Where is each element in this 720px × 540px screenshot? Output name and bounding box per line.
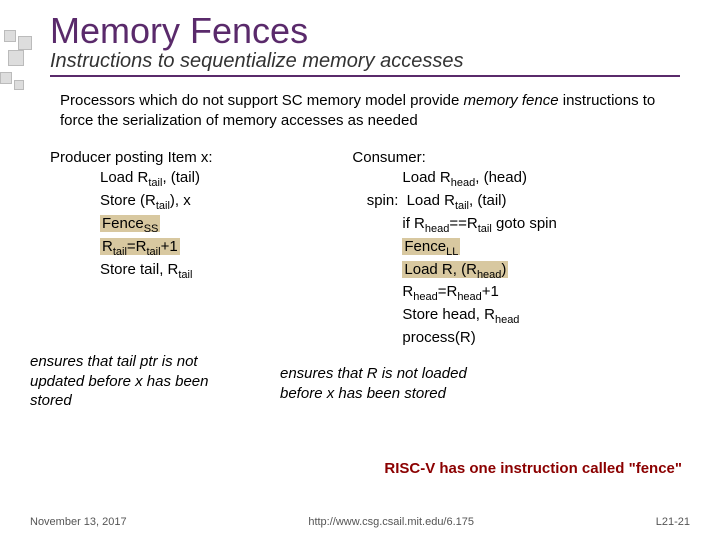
consumer-line-2: spin: Load Rtail, (tail): [352, 191, 680, 214]
consumer-line-4: FenceLL: [352, 237, 680, 260]
consumer-line-8: process(R): [352, 328, 680, 348]
consumer-line-3: if Rhead==Rtail goto spin: [352, 214, 680, 237]
producer-column: Producer posting Item x: Load Rtail, (ta…: [50, 148, 352, 348]
slide-title: Memory Fences: [50, 10, 680, 52]
consumer-line-1: Load Rhead, (head): [352, 168, 680, 191]
footer-url: http://www.csg.csail.mit.edu/6.175: [308, 516, 474, 528]
producer-line-5: Store tail, Rtail: [50, 260, 352, 283]
consumer-column: Consumer: Load Rhead, (head) spin: Load …: [352, 148, 680, 348]
producer-line-3: FenceSS: [50, 214, 352, 237]
slide: Memory Fences Instructions to sequential…: [0, 0, 720, 540]
intro-em: memory fence: [464, 92, 559, 109]
consumer-line-7: Store head, Rhead: [352, 305, 680, 328]
note-producer: ensures that tail ptr is not updated bef…: [30, 352, 230, 411]
consumer-line-5: Load R, (Rhead): [352, 260, 680, 283]
producer-header: Producer posting Item x:: [50, 148, 352, 168]
note-consumer: ensures that R is not loaded before x ha…: [280, 364, 470, 403]
intro-paragraph: Processors which do not support SC memor…: [50, 91, 680, 130]
producer-line-1: Load Rtail, (tail): [50, 168, 352, 191]
code-columns: Producer posting Item x: Load Rtail, (ta…: [50, 148, 680, 348]
producer-line-4: Rtail=Rtail+1: [50, 237, 352, 260]
slide-footer: November 13, 2017 http://www.csg.csail.m…: [0, 516, 720, 528]
intro-pre: Processors which do not support SC memor…: [60, 92, 464, 109]
consumer-header: Consumer:: [352, 148, 680, 168]
slide-subtitle: Instructions to sequentialize memory acc…: [50, 50, 680, 77]
risc-note: RISC-V has one instruction called "fence…: [384, 460, 682, 477]
consumer-line-6: Rhead=Rhead+1: [352, 282, 680, 305]
producer-line-2: Store (Rtail), x: [50, 191, 352, 214]
footer-page: L21-21: [656, 516, 690, 528]
footer-date: November 13, 2017: [30, 516, 127, 528]
